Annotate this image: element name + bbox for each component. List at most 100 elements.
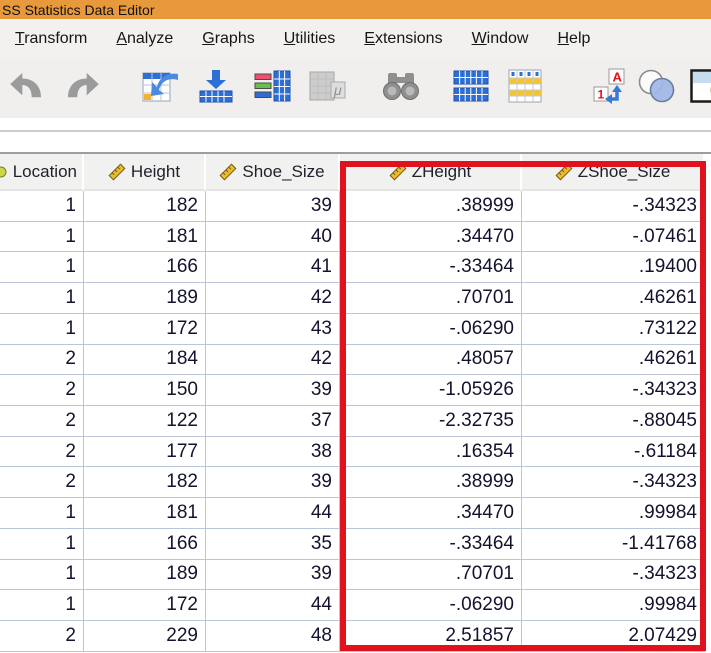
column-header-location[interactable]: Location <box>0 154 84 191</box>
select-cases-button[interactable] <box>501 66 549 106</box>
table-cell[interactable]: .70701 <box>340 283 522 314</box>
table-cell[interactable]: -2.32735 <box>340 406 522 437</box>
table-cell[interactable]: 122 <box>84 406 206 437</box>
menu-item-window[interactable]: Window <box>457 26 543 52</box>
table-cell[interactable]: 41 <box>206 252 340 284</box>
table-cell[interactable]: 2.51857 <box>340 621 522 652</box>
table-cell[interactable]: 2 <box>0 621 84 652</box>
table-cell[interactable]: 1 <box>0 313 84 345</box>
goto-variable-button[interactable] <box>190 66 242 106</box>
column-header-height[interactable]: Height <box>84 154 206 191</box>
table-cell[interactable]: .16354 <box>340 436 522 468</box>
table-cell[interactable]: 39 <box>206 191 340 222</box>
menu-item-transform[interactable]: Transform <box>0 26 101 52</box>
table-cell[interactable]: 1 <box>0 221 84 253</box>
table-cell[interactable]: 1 <box>0 252 84 284</box>
table-cell[interactable]: 181 <box>84 498 206 529</box>
column-header-zshoe-size[interactable]: ZShoe_Size <box>522 154 705 191</box>
menu-item-utilities[interactable]: Utilities <box>269 26 350 52</box>
table-cell[interactable]: -1.41768 <box>522 528 705 560</box>
table-cell[interactable]: -1.05926 <box>340 375 522 407</box>
table-cell[interactable]: 150 <box>84 375 206 407</box>
table-cell[interactable]: 2.07429 <box>522 621 705 652</box>
menu-item-analyze[interactable]: Analyze <box>101 26 187 52</box>
use-variable-sets-button[interactable] <box>632 66 680 106</box>
table-cell[interactable]: 48 <box>206 621 340 652</box>
table-cell[interactable]: .73122 <box>522 313 705 345</box>
table-cell[interactable]: 2 <box>0 467 84 499</box>
table-cell[interactable]: -.06290 <box>340 590 522 622</box>
table-cell[interactable]: .34470 <box>340 498 522 529</box>
table-cell[interactable]: 166 <box>84 528 206 560</box>
redo-button[interactable] <box>58 66 106 106</box>
table-cell[interactable]: 172 <box>84 590 206 622</box>
table-cell[interactable]: 189 <box>84 283 206 314</box>
table-cell[interactable]: 1 <box>0 590 84 622</box>
value-labels-button[interactable]: A 1 <box>588 66 634 106</box>
table-cell[interactable]: 2 <box>0 375 84 407</box>
column-header-shoe-size[interactable]: Shoe_Size <box>206 154 340 191</box>
goto-case-button[interactable] <box>136 66 186 106</box>
table-cell[interactable]: 1 <box>0 283 84 314</box>
table-cell[interactable]: .99984 <box>522 590 705 622</box>
table-cell[interactable]: .46261 <box>522 283 705 314</box>
table-cell[interactable]: -.61184 <box>522 436 705 468</box>
table-cell[interactable]: .46261 <box>522 344 705 376</box>
table-cell[interactable]: .99984 <box>522 498 705 529</box>
table-cell[interactable]: .38999 <box>340 191 522 222</box>
table-cell[interactable]: 2 <box>0 406 84 437</box>
table-cell[interactable]: 229 <box>84 621 206 652</box>
table-cell[interactable]: 35 <box>206 528 340 560</box>
menu-item-extensions[interactable]: Extensions <box>349 26 456 52</box>
table-cell[interactable]: 43 <box>206 313 340 345</box>
table-cell[interactable]: 44 <box>206 590 340 622</box>
split-file-button[interactable] <box>446 66 496 106</box>
descriptive-statistics-button[interactable]: μ <box>303 66 353 106</box>
table-cell[interactable]: 2 <box>0 344 84 376</box>
column-header-zheight[interactable]: ZHeight <box>340 154 522 191</box>
table-cell[interactable]: -.34323 <box>522 191 705 222</box>
table-cell[interactable]: -.07461 <box>522 221 705 253</box>
table-cell[interactable]: 189 <box>84 559 206 591</box>
table-cell[interactable]: 1 <box>0 528 84 560</box>
table-cell[interactable]: 2 <box>0 436 84 468</box>
table-cell[interactable]: .19400 <box>522 252 705 284</box>
table-cell[interactable]: 177 <box>84 436 206 468</box>
find-button[interactable] <box>376 66 426 106</box>
table-cell[interactable]: 39 <box>206 559 340 591</box>
row-filler <box>705 191 711 222</box>
table-cell[interactable]: 184 <box>84 344 206 376</box>
table-cell[interactable]: -.34323 <box>522 467 705 499</box>
table-cell[interactable]: 44 <box>206 498 340 529</box>
undo-button[interactable] <box>4 66 50 106</box>
menu-item-help[interactable]: Help <box>542 26 604 52</box>
table-cell[interactable]: 40 <box>206 221 340 253</box>
table-cell[interactable]: 166 <box>84 252 206 284</box>
table-cell[interactable]: -.88045 <box>522 406 705 437</box>
table-cell[interactable]: 38 <box>206 436 340 468</box>
table-cell[interactable]: .48057 <box>340 344 522 376</box>
table-cell[interactable]: 39 <box>206 375 340 407</box>
table-cell[interactable]: 1 <box>0 191 84 222</box>
table-cell[interactable]: -.33464 <box>340 528 522 560</box>
table-cell[interactable]: 181 <box>84 221 206 253</box>
table-cell[interactable]: -.06290 <box>340 313 522 345</box>
table-cell[interactable]: .70701 <box>340 559 522 591</box>
table-cell[interactable]: -.34323 <box>522 375 705 407</box>
table-cell[interactable]: 182 <box>84 467 206 499</box>
table-cell[interactable]: -.33464 <box>340 252 522 284</box>
table-cell[interactable]: .38999 <box>340 467 522 499</box>
table-cell[interactable]: 42 <box>206 283 340 314</box>
table-cell[interactable]: 172 <box>84 313 206 345</box>
chart-partial-button[interactable] <box>690 66 711 106</box>
variables-button[interactable] <box>246 66 300 106</box>
table-cell[interactable]: 1 <box>0 559 84 591</box>
table-cell[interactable]: 39 <box>206 467 340 499</box>
table-cell[interactable]: .34470 <box>340 221 522 253</box>
menu-item-graphs[interactable]: Graphs <box>187 26 268 52</box>
table-cell[interactable]: 42 <box>206 344 340 376</box>
table-cell[interactable]: 1 <box>0 498 84 529</box>
table-cell[interactable]: 37 <box>206 406 340 437</box>
table-cell[interactable]: -.34323 <box>522 559 705 591</box>
table-cell[interactable]: 182 <box>84 191 206 222</box>
